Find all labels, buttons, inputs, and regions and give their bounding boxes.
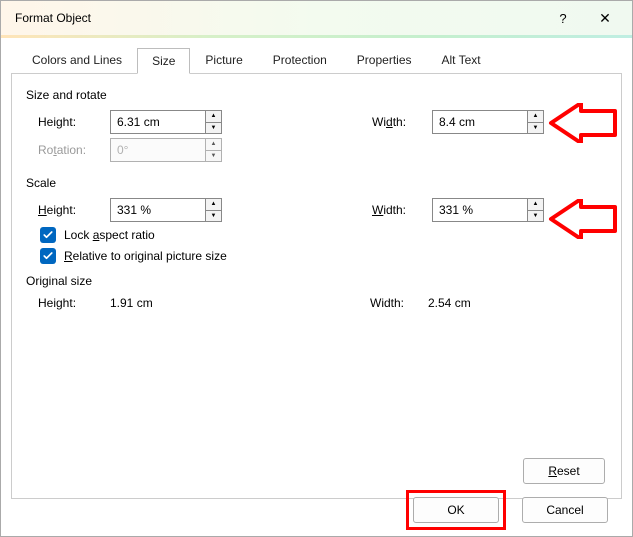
check-icon [42,250,54,262]
rotation-spinner: ▲▼ [110,138,222,162]
cancel-button[interactable]: Cancel [522,497,608,523]
lock-aspect-label: Lock aspect ratio [64,228,155,242]
relative-original-row[interactable]: Relative to original picture size [40,248,607,264]
scale-height-input[interactable] [111,199,205,221]
dialog-footer: OK Cancel [1,484,632,536]
spin-up-icon[interactable]: ▲ [206,199,221,211]
tab-protection[interactable]: Protection [258,47,342,73]
spin-down-icon[interactable]: ▼ [206,123,221,134]
dialog-title: Format Object [15,11,91,25]
lock-aspect-checkbox[interactable] [40,227,56,243]
scale-width-spin-buttons[interactable]: ▲▼ [527,199,543,221]
spin-up-icon[interactable]: ▲ [528,111,543,123]
label-width: Width: [372,115,432,129]
relative-original-checkbox[interactable] [40,248,56,264]
scale-width-spinner[interactable]: ▲▼ [432,198,544,222]
height-spinner[interactable]: ▲▼ [110,110,222,134]
scale-width-input[interactable] [433,199,527,221]
tab-size[interactable]: Size [137,48,190,74]
label-height: Height: [26,115,110,129]
label-scale-width: Width: [372,203,432,217]
help-button[interactable]: ? [542,4,584,32]
close-button[interactable]: ✕ [584,4,626,32]
check-icon [42,229,54,241]
tab-picture[interactable]: Picture [190,47,257,73]
reset-button[interactable]: Reset [523,458,605,484]
width-spin-buttons[interactable]: ▲▼ [527,111,543,133]
group-original-size: Original size [26,274,607,288]
width-input[interactable] [433,111,527,133]
lock-aspect-ratio-row[interactable]: Lock aspect ratio [40,227,607,243]
scale-height-spinner[interactable]: ▲▼ [110,198,222,222]
rotation-input [111,139,205,161]
ok-button[interactable]: OK [413,497,499,523]
tab-properties[interactable]: Properties [342,47,427,73]
value-orig-width: 2.54 cm [428,296,548,310]
height-spin-buttons[interactable]: ▲▼ [205,111,221,133]
ok-highlight: OK [406,490,506,530]
group-scale: Scale [26,176,607,190]
spin-up-icon: ▲ [206,139,221,151]
spin-up-icon[interactable]: ▲ [206,111,221,123]
accent-strip [1,35,632,38]
spin-down-icon[interactable]: ▼ [528,123,543,134]
format-object-dialog: Format Object ? ✕ Colors and Lines Size … [0,0,633,537]
tab-bar: Colors and Lines Size Picture Protection… [17,47,622,73]
spin-down-icon[interactable]: ▼ [206,211,221,222]
tab-alt-text[interactable]: Alt Text [427,47,496,73]
label-rotation: Rotation: [26,143,110,157]
spin-down-icon: ▼ [206,151,221,162]
spin-down-icon[interactable]: ▼ [528,211,543,222]
relative-original-label: Relative to original picture size [64,249,227,263]
titlebar: Format Object ? ✕ [1,1,632,35]
label-orig-width: Width: [370,296,428,310]
size-panel: Size and rotate Height: ▲▼ Width: ▲▼ Rot… [11,73,622,499]
width-spinner[interactable]: ▲▼ [432,110,544,134]
height-input[interactable] [111,111,205,133]
label-scale-height: Height: [26,203,110,217]
group-size-rotate: Size and rotate [26,88,607,102]
tab-colors-and-lines[interactable]: Colors and Lines [17,47,137,73]
value-orig-height: 1.91 cm [110,296,230,310]
label-orig-height: Height: [26,296,110,310]
scale-height-spin-buttons[interactable]: ▲▼ [205,199,221,221]
spin-up-icon[interactable]: ▲ [528,199,543,211]
rotation-spin-buttons: ▲▼ [205,139,221,161]
